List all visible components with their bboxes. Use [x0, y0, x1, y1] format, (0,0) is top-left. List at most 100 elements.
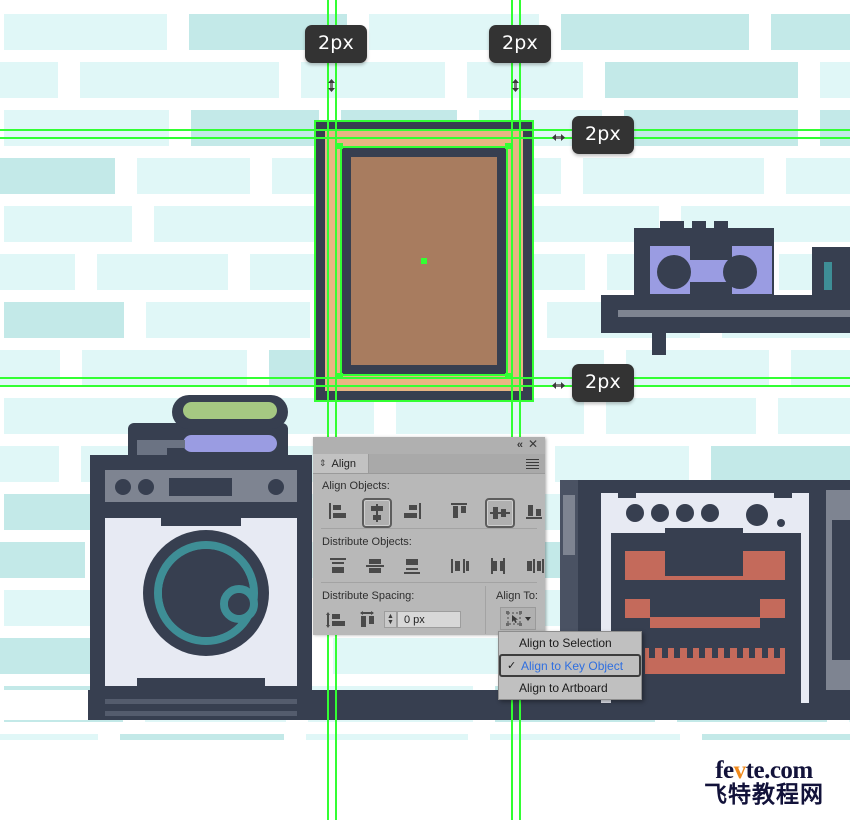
tab-align[interactable]: ⇕ Align: [313, 454, 370, 473]
align-button-horizontal-center[interactable]: [362, 498, 392, 528]
radio-speaker-left: [657, 255, 691, 289]
brick: [0, 638, 97, 674]
washer-top-notch: [137, 440, 167, 455]
washer-display: [169, 478, 232, 496]
align-to-dropdown-menu[interactable]: Align to Selection ✓ Align to Key Object…: [498, 631, 642, 700]
towel-purple: [183, 435, 277, 452]
align-panel[interactable]: « ✕ ⇕ Align Align Objects: Distribute Ob…: [313, 437, 548, 635]
spacing-stepper[interactable]: ▲ ▼: [384, 611, 397, 628]
measure-gripper-top-left: [328, 79, 335, 92]
distribute-button-horizontal-right[interactable]: [522, 553, 548, 579]
align-button-vertical-top[interactable]: [447, 498, 473, 524]
close-panel-icon[interactable]: ✕: [528, 438, 538, 450]
panel-menu-icon[interactable]: [526, 459, 539, 469]
distribute-spacing-button-horizontal[interactable]: [354, 607, 380, 633]
washer-top-notch-2: [167, 440, 185, 448]
align-to-caret-icon[interactable]: [524, 616, 531, 621]
measurement-badge-right-lower: 2px: [572, 364, 634, 402]
oven-rack-2-cut-right: [760, 618, 785, 630]
measure-gripper-top-right: [512, 79, 519, 92]
distribute-button-horizontal-left[interactable]: [447, 553, 473, 579]
brick: [626, 350, 769, 386]
oven-top-notch-left: [618, 493, 636, 498]
menu-item-align-to-artboard[interactable]: Align to Artboard: [499, 677, 641, 699]
oven-knob-3: [676, 504, 694, 522]
stepper-down-icon[interactable]: ▼: [387, 619, 394, 626]
oven-rack-tooth: [774, 648, 780, 658]
oven-indicator-dot: [777, 519, 785, 527]
menu-item-align-to-key-object[interactable]: ✓ Align to Key Object: [499, 654, 641, 677]
brick: [301, 62, 445, 98]
washer-knob-1: [115, 479, 131, 495]
brick: [396, 398, 584, 434]
oven-rack-tooth: [736, 648, 743, 658]
brick: [0, 158, 115, 194]
brick: [82, 350, 247, 386]
align-button-horizontal-right[interactable]: [399, 498, 425, 524]
distribute-spacing-button-vertical[interactable]: [323, 607, 349, 633]
brick: [555, 446, 689, 482]
oven-knob-1: [626, 504, 644, 522]
oven-rack-tooth: [674, 648, 680, 658]
panel-tabstrip: ⇕ Align: [313, 454, 545, 474]
align-button-horizontal-left[interactable]: [325, 498, 351, 524]
watermark-domain: fevte.com: [684, 758, 844, 783]
screenshot-canvas: 2px 2px 2px 2px « ✕ ⇕ Align Align Object…: [0, 0, 850, 820]
brick: [146, 302, 310, 338]
cabinet-left-inner: [563, 495, 575, 555]
spacing-input[interactable]: 0 px: [397, 611, 461, 628]
align-to-dropdown-button[interactable]: [500, 607, 536, 630]
menu-check-key-object: ✓: [507, 660, 517, 672]
shelf-side-accent: [824, 262, 832, 290]
align-button-vertical-bottom[interactable]: [522, 498, 548, 524]
align-objects-label: Align Objects:: [322, 480, 390, 492]
selection-anchor-center[interactable]: [421, 258, 427, 264]
brick: [820, 110, 850, 146]
brick: [191, 110, 319, 146]
brick: [467, 62, 583, 98]
menu-label-align-to-artboard: Align to Artboard: [519, 681, 608, 695]
align-to-key-object-icon: [505, 610, 522, 626]
oven-rack-1-cut: [665, 551, 743, 576]
watermark-chinese: 飞特教程网: [704, 782, 824, 808]
oven-rack-2-cut-mid: [650, 599, 760, 617]
brick: [0, 446, 59, 482]
illustration-artwork: 2px 2px 2px 2px: [0, 0, 850, 820]
distribute-button-vertical-bottom[interactable]: [399, 553, 425, 579]
align-button-vertical-center[interactable]: [485, 498, 515, 528]
brick: [583, 158, 764, 194]
selection-anchor-tl[interactable]: [337, 143, 343, 149]
panel-divider-2: [321, 582, 537, 583]
oven-knob-4: [701, 504, 719, 522]
distribute-button-horizontal-center[interactable]: [485, 553, 511, 579]
brick: [702, 734, 850, 740]
brick: [820, 62, 850, 98]
selection-anchor-br[interactable]: [505, 373, 511, 379]
brick: [4, 14, 167, 50]
brick: [778, 398, 850, 434]
distribute-button-vertical-center[interactable]: [362, 553, 388, 579]
distribute-button-vertical-top[interactable]: [325, 553, 351, 579]
brick: [606, 398, 756, 434]
washer-knob-2: [138, 479, 154, 495]
watermark-domain-pre: fe: [715, 757, 734, 784]
washer-base-line-1: [105, 699, 297, 704]
measure-gripper-right-upper: [552, 134, 565, 141]
selection-anchor-tr[interactable]: [505, 143, 511, 149]
brick: [0, 254, 75, 290]
oven-knob-5: [746, 504, 768, 526]
brick: [333, 638, 504, 674]
collapse-panel-icon[interactable]: «: [517, 439, 523, 451]
tab-collapse-arrows-icon: ⇕: [319, 458, 327, 468]
washer-door-plate-notch-bottom: [137, 678, 265, 686]
brick: [786, 158, 850, 194]
brick: [154, 206, 315, 242]
brick: [0, 734, 98, 740]
brick: [4, 302, 124, 338]
counter-band-left-cap: [0, 690, 88, 720]
menu-item-align-to-selection[interactable]: Align to Selection: [499, 632, 641, 654]
brick: [0, 350, 60, 386]
brick: [306, 734, 468, 740]
selection-anchor-bl[interactable]: [337, 373, 343, 379]
oven-rack-tooth: [686, 648, 693, 658]
